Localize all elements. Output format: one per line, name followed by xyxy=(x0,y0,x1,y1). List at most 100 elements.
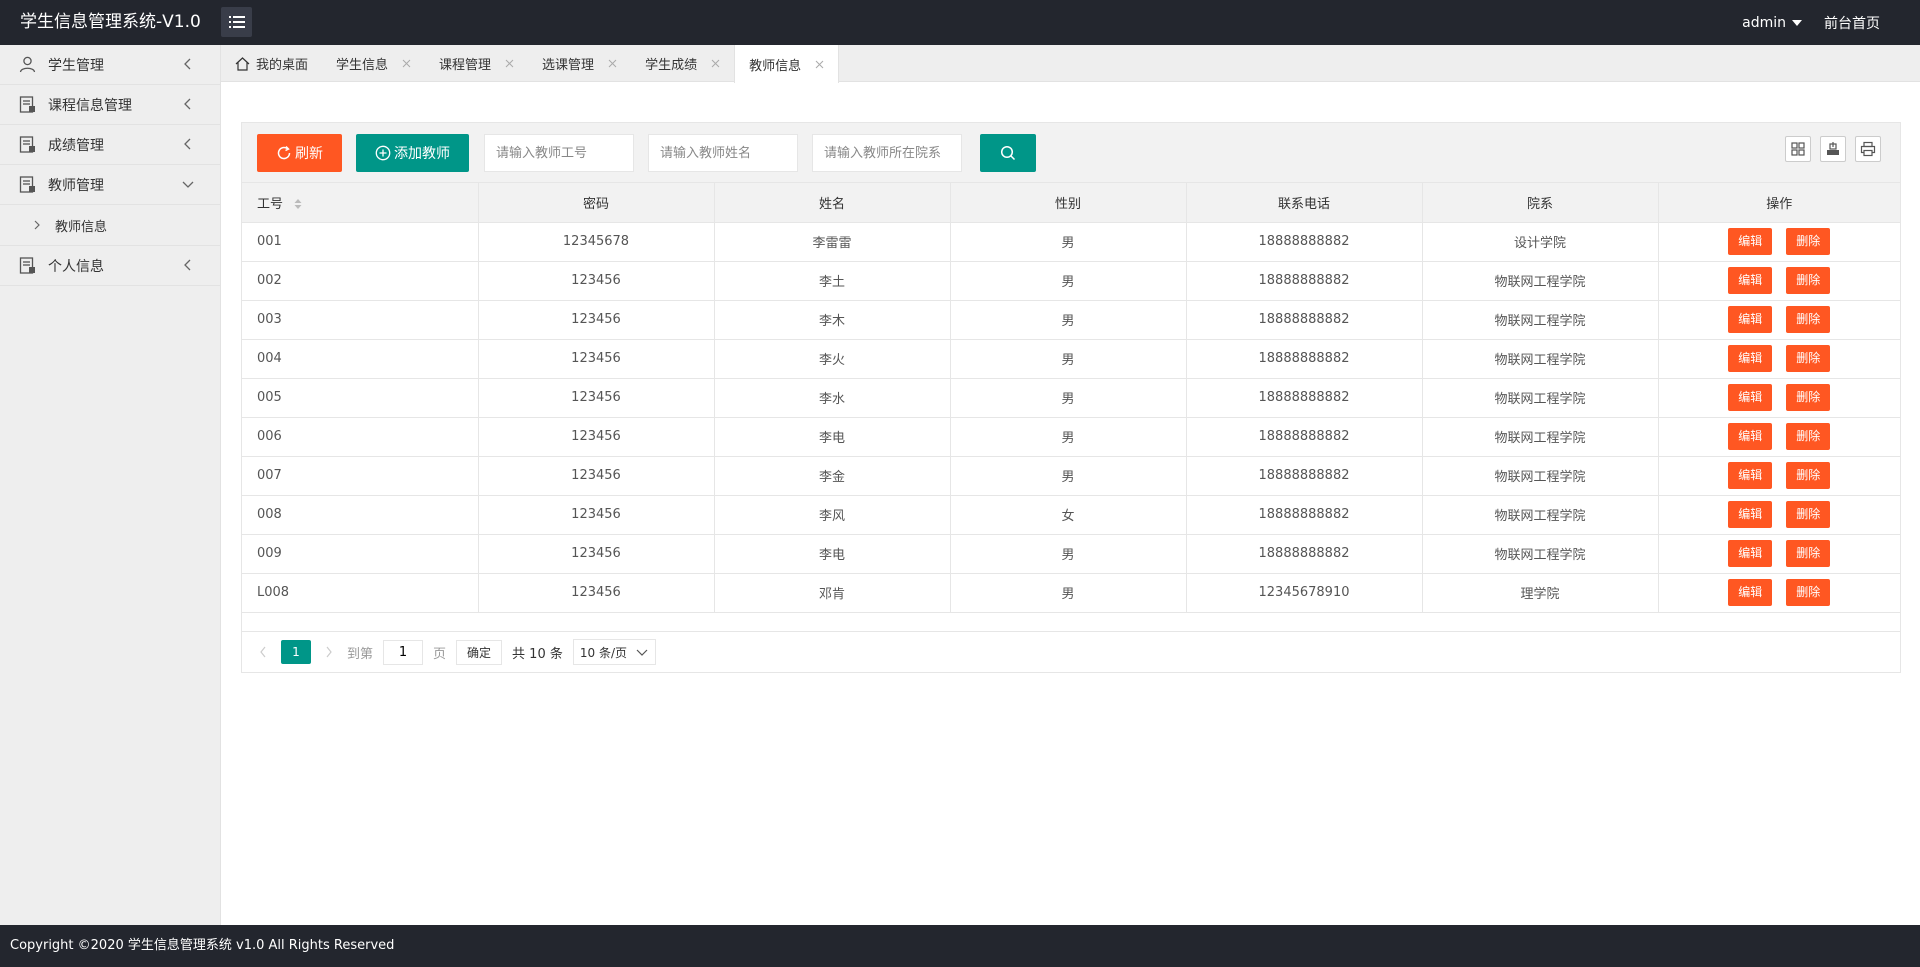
cell-phone: 18888888882 xyxy=(1186,495,1423,535)
cell-gender: 男 xyxy=(950,573,1187,613)
cell-gender: 女 xyxy=(950,495,1187,535)
cell-department: 物联网工程学院 xyxy=(1422,300,1659,340)
tab-label: 学生成绩 xyxy=(645,58,698,73)
search-teacher-name-input[interactable] xyxy=(648,134,798,172)
column-header-gender: 性别 xyxy=(950,183,1187,223)
cell-actions: 编辑 删除 xyxy=(1658,261,1900,301)
table-row: 009 123456 李电男 18888888882 物联网工程学院 编辑 删除 xyxy=(242,534,1900,574)
page-size-select[interactable]: 10 条/页 xyxy=(572,639,656,665)
search-teacher-dept-input[interactable] xyxy=(812,134,962,172)
tab-teacher-info[interactable]: 教师信息 xyxy=(734,45,840,83)
edit-button[interactable]: 编辑 xyxy=(1728,462,1773,489)
caret-down-icon xyxy=(1792,19,1802,26)
table-row: 005 123456 李水男 18888888882 物联网工程学院 编辑 删除 xyxy=(242,378,1900,418)
cell-department: 物联网工程学院 xyxy=(1422,417,1659,457)
search-teacher-id-input[interactable] xyxy=(484,134,634,172)
sidebar-item-course-mgmt[interactable]: 课程信息管理 xyxy=(0,85,220,125)
sidebar-item-grade-mgmt[interactable]: 成绩管理 xyxy=(0,125,220,165)
document-icon xyxy=(19,96,36,113)
add-teacher-button[interactable]: 添加教师 xyxy=(356,134,469,172)
search-icon xyxy=(1000,145,1016,161)
prev-page-button[interactable] xyxy=(255,644,271,660)
edit-button[interactable]: 编辑 xyxy=(1728,540,1773,567)
cell-id: 001 xyxy=(242,222,479,262)
table-body: 001 12345678 李雷雷男 18888888882 设计学院 编辑 删除 002 123… xyxy=(242,222,1900,613)
cell-phone: 12345678910 xyxy=(1186,573,1423,613)
delete-button[interactable]: 删除 xyxy=(1786,540,1831,567)
print-button[interactable] xyxy=(1855,136,1881,162)
cell-gender: 男 xyxy=(950,222,1187,262)
delete-button[interactable]: 删除 xyxy=(1786,345,1831,372)
cell-name: 李火 xyxy=(714,339,951,379)
goto-page-input[interactable] xyxy=(383,639,424,665)
close-icon[interactable] xyxy=(815,60,824,69)
tab-student-info[interactable]: 学生信息 xyxy=(322,45,425,82)
export-button[interactable] xyxy=(1820,136,1846,162)
delete-button[interactable]: 删除 xyxy=(1786,228,1831,255)
edit-button[interactable]: 编辑 xyxy=(1728,267,1773,294)
cell-id: 008 xyxy=(242,495,479,535)
delete-button[interactable]: 删除 xyxy=(1786,579,1831,606)
edit-button[interactable]: 编辑 xyxy=(1728,384,1773,411)
column-filter-button[interactable] xyxy=(1785,136,1811,162)
goto-label: 到第 xyxy=(347,646,374,662)
edit-button[interactable]: 编辑 xyxy=(1728,345,1773,372)
tab-label: 教师信息 xyxy=(749,58,802,74)
cell-department: 物联网工程学院 xyxy=(1422,495,1659,535)
next-page-button[interactable] xyxy=(321,644,337,660)
menu-toggle-button[interactable] xyxy=(221,7,252,37)
delete-button[interactable]: 删除 xyxy=(1786,423,1831,450)
sort-icon[interactable] xyxy=(293,198,303,210)
table-row: 006 123456 李电男 18888888882 物联网工程学院 编辑 删除 xyxy=(242,417,1900,457)
edit-button[interactable]: 编辑 xyxy=(1728,306,1773,333)
tab-desktop[interactable]: 我的桌面 xyxy=(221,45,322,82)
tab-student-grades[interactable]: 学生成绩 xyxy=(631,45,734,82)
delete-button[interactable]: 删除 xyxy=(1786,501,1831,528)
close-icon[interactable] xyxy=(505,59,514,68)
print-icon xyxy=(1860,141,1876,157)
sidebar-item-teacher-mgmt[interactable]: 教师管理 xyxy=(0,165,220,205)
search-button[interactable] xyxy=(980,134,1036,172)
edit-button[interactable]: 编辑 xyxy=(1728,423,1773,450)
sidebar-item-label: 学生管理 xyxy=(48,57,104,74)
app-title: 学生信息管理系统-V1.0 xyxy=(20,12,201,32)
cell-password: 123456 xyxy=(478,456,715,496)
sidebar-item-personal-info[interactable]: 个人信息 xyxy=(0,246,220,286)
column-header-password: 密码 xyxy=(478,183,715,223)
cell-actions: 编辑 删除 xyxy=(1658,222,1900,262)
goto-confirm-button[interactable]: 确定 xyxy=(456,639,503,665)
refresh-button[interactable]: 刷新 xyxy=(257,134,342,172)
delete-button[interactable]: 删除 xyxy=(1786,384,1831,411)
document-icon xyxy=(19,176,36,193)
close-icon[interactable] xyxy=(402,59,411,68)
cell-password: 123456 xyxy=(478,339,715,379)
sidebar-subitem-teacher-info[interactable]: 教师信息 xyxy=(0,205,220,246)
delete-button[interactable]: 删除 xyxy=(1786,462,1831,489)
tab-course-selection[interactable]: 选课管理 xyxy=(528,45,631,82)
tab-course-mgmt[interactable]: 课程管理 xyxy=(425,45,528,82)
table-row: 002 123456 李土男 18888888882 物联网工程学院 编辑 删除 xyxy=(242,261,1900,301)
sidebar-item-student-mgmt[interactable]: 学生管理 xyxy=(0,45,220,85)
close-icon[interactable] xyxy=(711,59,720,68)
document-icon xyxy=(19,257,36,274)
close-icon[interactable] xyxy=(608,59,617,68)
column-header-id[interactable]: 工号 xyxy=(242,183,479,223)
cell-gender: 男 xyxy=(950,378,1187,418)
column-header-actions: 操作 xyxy=(1658,183,1900,223)
edit-button[interactable]: 编辑 xyxy=(1728,501,1773,528)
home-icon xyxy=(235,56,250,71)
edit-button[interactable]: 编辑 xyxy=(1728,228,1773,255)
current-page[interactable]: 1 xyxy=(281,640,311,664)
sidebar: 学生管理 课程信息管理 成绩管理 教师管理 教师信息 个人信息 xyxy=(0,45,221,925)
delete-button[interactable]: 删除 xyxy=(1786,267,1831,294)
edit-button[interactable]: 编辑 xyxy=(1728,579,1773,606)
refresh-label: 刷新 xyxy=(295,146,323,162)
document-icon xyxy=(19,136,36,153)
cell-name: 李水 xyxy=(714,378,951,418)
delete-button[interactable]: 删除 xyxy=(1786,306,1831,333)
table-row: 003 123456 李木男 18888888882 物联网工程学院 编辑 删除 xyxy=(242,300,1900,340)
user-menu[interactable]: admin xyxy=(1742,15,1802,31)
cell-id: 009 xyxy=(242,534,479,574)
frontend-home-link[interactable]: 前台首页 xyxy=(1824,13,1880,33)
cell-name: 李金 xyxy=(714,456,951,496)
